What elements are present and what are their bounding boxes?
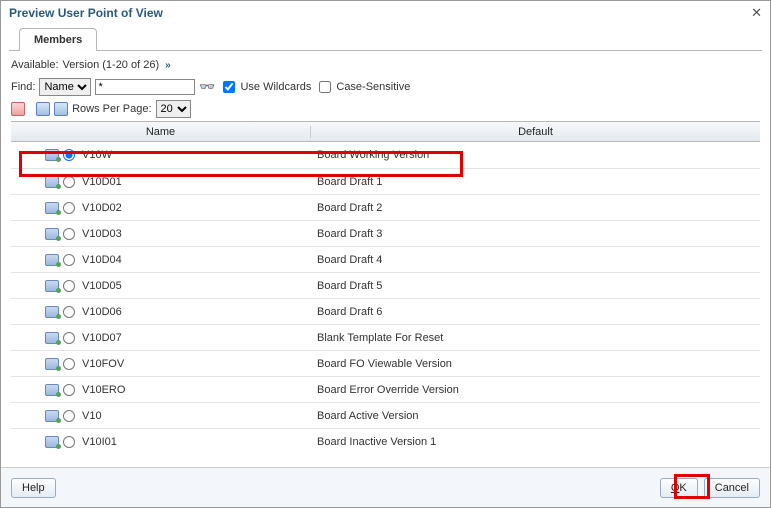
member-description: Board Draft 6 (311, 306, 760, 318)
member-radio[interactable] (63, 358, 75, 370)
available-value: Version (1-20 of 26) (63, 59, 160, 71)
member-radio[interactable] (63, 280, 75, 292)
member-icon (45, 202, 59, 214)
member-icon (45, 410, 59, 422)
table-row[interactable]: V10D02 Board Draft 2 (11, 194, 760, 220)
case-sensitive-checkbox[interactable]: Case-Sensitive (315, 78, 410, 96)
member-code: V10D02 (82, 202, 122, 214)
search-icon[interactable]: 👓 (199, 79, 215, 95)
ok-button[interactable]: OK (660, 478, 698, 498)
member-description: Board Draft 2 (311, 202, 760, 214)
member-description: Board Working Version (311, 149, 760, 161)
member-icon (45, 332, 59, 344)
member-description: Board Draft 4 (311, 254, 760, 266)
available-label: Available: (11, 59, 59, 71)
member-code: V10I01 (82, 436, 117, 448)
member-radio[interactable] (63, 202, 75, 214)
member-description: Board Error Override Version (311, 384, 760, 396)
find-label: Find: (11, 81, 35, 93)
member-icon (45, 436, 59, 448)
member-description: Board Draft 1 (311, 176, 760, 188)
member-description: Board Draft 5 (311, 280, 760, 292)
tab-members[interactable]: Members (19, 28, 97, 51)
member-icon (45, 254, 59, 266)
member-code: V10ERO (82, 384, 125, 396)
find-input[interactable] (95, 79, 195, 95)
cancel-button[interactable]: Cancel (704, 478, 760, 498)
member-radio[interactable] (63, 384, 75, 396)
table-row[interactable]: V10D05 Board Draft 5 (11, 272, 760, 298)
member-radio[interactable] (63, 306, 75, 318)
member-code: V10D07 (82, 332, 122, 344)
member-icon (45, 280, 59, 292)
table-row[interactable]: V10W Board Working Version (11, 142, 760, 168)
case-sensitive-label: Case-Sensitive (336, 81, 410, 93)
use-wildcards-label: Use Wildcards (240, 81, 311, 93)
member-radio[interactable] (63, 149, 75, 161)
member-icon (45, 228, 59, 240)
table-row[interactable]: V10ERO Board Error Override Version (11, 376, 760, 402)
table-row[interactable]: V10D03 Board Draft 3 (11, 220, 760, 246)
dialog-title: Preview User Point of View (9, 6, 163, 20)
member-radio[interactable] (63, 332, 75, 344)
close-icon[interactable]: ✕ (751, 5, 762, 21)
member-radio[interactable] (63, 254, 75, 266)
member-icon (45, 358, 59, 370)
table-row[interactable]: V10D06 Board Draft 6 (11, 298, 760, 324)
rows-per-page-label: Rows Per Page: (72, 103, 151, 115)
member-radio[interactable] (63, 176, 75, 188)
member-code: V10D05 (82, 280, 122, 292)
column-header-default[interactable]: Default (311, 126, 760, 138)
member-description: Board Active Version (311, 410, 760, 422)
ok-label-tail: K (679, 482, 686, 494)
use-wildcards-checkbox[interactable]: Use Wildcards (219, 78, 311, 96)
member-radio[interactable] (63, 410, 75, 422)
table-row[interactable]: V10 Board Active Version (11, 402, 760, 428)
table-row[interactable]: V10I01 Board Inactive Version 1 (11, 428, 760, 454)
new-icon[interactable] (11, 102, 25, 116)
member-code: V10D01 (82, 176, 122, 188)
member-icon (45, 176, 59, 188)
member-icon (45, 384, 59, 396)
member-code: V10D06 (82, 306, 122, 318)
member-code: V10W (82, 149, 112, 161)
table-row[interactable]: V10D04 Board Draft 4 (11, 246, 760, 272)
member-code: V10D04 (82, 254, 122, 266)
table-row[interactable]: V10FOV Board FO Viewable Version (11, 350, 760, 376)
table-row[interactable]: V10D07 Blank Template For Reset (11, 324, 760, 350)
find-field-select[interactable]: Name (39, 78, 91, 96)
member-description: Board FO Viewable Version (311, 358, 760, 370)
member-description: Board Inactive Version 1 (311, 436, 760, 448)
column-header-name[interactable]: Name (11, 126, 311, 138)
rows-per-page-select[interactable]: 20 (156, 100, 191, 118)
member-code: V10D03 (82, 228, 122, 240)
member-radio[interactable] (63, 436, 75, 448)
more-pages-icon[interactable]: » (163, 60, 173, 71)
next-page-icon[interactable] (54, 102, 68, 116)
member-code: V10 (82, 410, 102, 422)
prev-page-icon[interactable] (36, 102, 50, 116)
help-button[interactable]: Help (11, 478, 56, 498)
member-description: Blank Template For Reset (311, 332, 760, 344)
member-code: V10FOV (82, 358, 124, 370)
table-row[interactable]: V10D01 Board Draft 1 (11, 168, 760, 194)
member-icon (45, 149, 59, 161)
member-radio[interactable] (63, 228, 75, 240)
member-description: Board Draft 3 (311, 228, 760, 240)
member-icon (45, 306, 59, 318)
